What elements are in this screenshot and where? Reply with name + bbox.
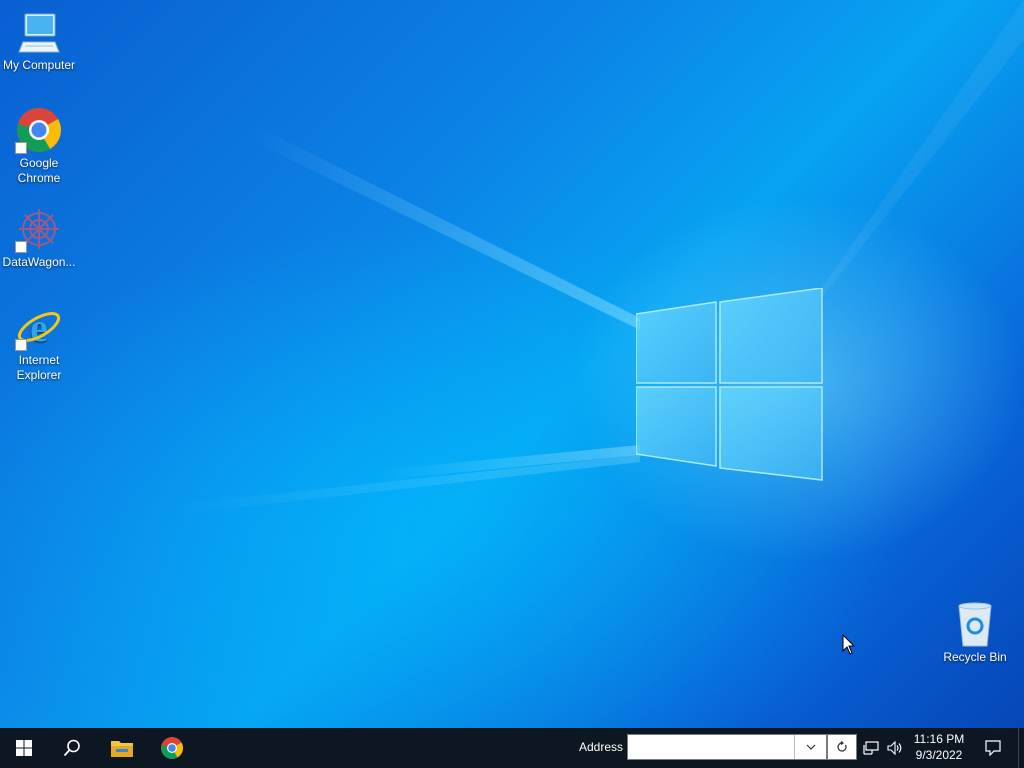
tray-network[interactable] xyxy=(860,728,882,768)
show-desktop-button[interactable] xyxy=(1018,728,1024,768)
notification-icon xyxy=(985,740,1001,756)
chevron-down-icon xyxy=(806,744,815,750)
address-go-button[interactable] xyxy=(827,734,857,760)
address-toolbar-label: Address xyxy=(579,740,624,754)
internet-explorer-icon: e xyxy=(15,303,63,351)
desktop-icon-recycle-bin[interactable]: Recycle Bin xyxy=(936,600,1014,665)
desktop-icon-label: Google Chrome xyxy=(17,156,61,185)
taskbar-google-chrome[interactable] xyxy=(148,728,196,768)
chrome-icon xyxy=(15,106,63,154)
clock-date: 9/3/2022 xyxy=(915,748,963,762)
search-button[interactable] xyxy=(48,728,96,768)
address-bar[interactable] xyxy=(627,734,827,760)
taskbar-clock[interactable]: 11:16 PM 9/3/2022 xyxy=(910,731,968,763)
file-explorer-icon xyxy=(111,741,133,757)
network-icon xyxy=(863,741,879,755)
computer-icon xyxy=(15,8,63,56)
desktop-icon-my-computer[interactable]: My Computer xyxy=(0,8,78,73)
action-center-button[interactable] xyxy=(976,728,1010,768)
shortcut-arrow-icon xyxy=(15,142,27,154)
tray-volume[interactable] xyxy=(884,728,906,768)
volume-icon xyxy=(887,741,902,755)
desktop-icon-label: Internet Explorer xyxy=(16,353,62,382)
recycle-bin-icon xyxy=(951,600,999,648)
svg-text:e: e xyxy=(30,305,48,350)
address-input[interactable] xyxy=(630,737,790,757)
taskbar: Address 11:16 PM 9/3/2022 xyxy=(0,728,1024,768)
windows-start-icon xyxy=(16,740,32,756)
desktop-icon-label: My Computer xyxy=(2,58,76,72)
desktop: My Computer Google Chrome DataWagon... e… xyxy=(0,0,1024,728)
shortcut-arrow-icon xyxy=(15,339,27,351)
clock-time: 11:16 PM xyxy=(913,732,965,746)
desktop-icon-label: Recycle Bin xyxy=(943,650,1007,664)
chrome-icon xyxy=(161,737,183,759)
taskbar-file-explorer[interactable] xyxy=(98,728,146,768)
refresh-icon xyxy=(837,741,847,752)
desktop-icon-internet-explorer[interactable]: e Internet Explorer xyxy=(0,303,78,383)
windows-logo xyxy=(636,288,823,481)
mouse-cursor-icon xyxy=(842,634,856,655)
desktop-icon-google-chrome[interactable]: Google Chrome xyxy=(0,106,78,186)
desktop-icon-label: DataWagon... xyxy=(2,255,76,269)
datawagon-icon xyxy=(15,205,63,253)
address-dropdown-button[interactable] xyxy=(794,735,826,759)
search-icon xyxy=(63,739,80,757)
shortcut-arrow-icon xyxy=(15,241,27,253)
start-button[interactable] xyxy=(0,728,48,768)
wallpaper-light-beams xyxy=(170,0,1024,515)
desktop-icon-datawagon[interactable]: DataWagon... xyxy=(0,205,78,270)
